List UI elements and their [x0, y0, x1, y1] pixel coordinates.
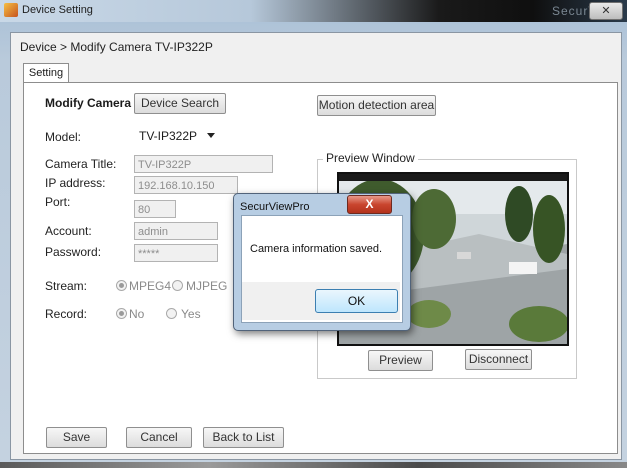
model-label: Model:: [45, 130, 82, 144]
password-field[interactable]: *****: [134, 244, 218, 262]
tab-setting[interactable]: Setting: [23, 63, 69, 83]
camera-title-label: Camera Title:: [45, 157, 117, 171]
dialog-close-button[interactable]: X: [347, 195, 392, 214]
dialog-title: SecurViewPro: [240, 201, 310, 213]
ip-address-field[interactable]: 192.168.10.150: [134, 176, 238, 194]
record-label: Record:: [45, 307, 88, 321]
title-bar: [0, 0, 627, 22]
record-yes-label: Yes: [181, 307, 201, 321]
disconnect-button[interactable]: Disconnect: [465, 349, 532, 370]
motion-detection-area-button[interactable]: Motion detection area: [317, 95, 436, 116]
record-no-radio[interactable]: [116, 308, 127, 319]
window-title: Device Setting: [22, 4, 93, 16]
breadcrumb: Device > Modify Camera TV-IP322P: [20, 40, 213, 54]
preview-window-legend: Preview Window: [323, 151, 418, 165]
ip-address-label: IP address:: [45, 176, 106, 190]
model-select[interactable]: TV-IP322P: [134, 126, 224, 147]
camera-title-field[interactable]: TV-IP322P: [134, 155, 273, 173]
dialog-message: Camera information saved.: [250, 243, 383, 255]
account-field[interactable]: admin: [134, 222, 218, 240]
stream-mpeg4-radio[interactable]: [116, 280, 127, 291]
port-field[interactable]: 80: [134, 200, 176, 218]
dialog-ok-button[interactable]: OK: [315, 289, 398, 313]
device-search-button[interactable]: Device Search: [134, 93, 226, 114]
modify-camera-heading: Modify Camera: [45, 96, 132, 110]
save-button[interactable]: Save: [46, 427, 107, 448]
account-label: Account:: [45, 224, 92, 238]
port-label: Port:: [45, 195, 71, 209]
record-no-label: No: [129, 307, 145, 321]
preview-button[interactable]: Preview: [368, 350, 433, 371]
chevron-down-icon: [207, 133, 215, 138]
back-to-list-button[interactable]: Back to List: [203, 427, 284, 448]
record-yes-radio[interactable]: [166, 308, 177, 319]
password-label: Password:: [45, 245, 102, 259]
stream-mjpeg-label: MJPEG: [186, 279, 228, 293]
app-icon: [4, 3, 18, 17]
taskbar-strip: [0, 462, 627, 468]
stream-mjpeg-radio[interactable]: [172, 280, 183, 291]
model-select-value: TV-IP322P: [139, 129, 198, 143]
window-close-button[interactable]: ✕: [589, 2, 623, 20]
cancel-button[interactable]: Cancel: [126, 427, 192, 448]
stream-label: Stream:: [45, 279, 88, 293]
stream-mpeg4-label: MPEG4: [129, 279, 172, 293]
